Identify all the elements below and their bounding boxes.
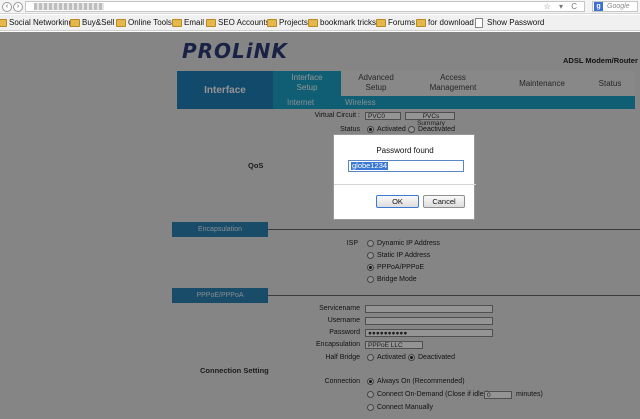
dialog-title: Password found xyxy=(376,146,434,155)
folder-icon xyxy=(206,19,216,27)
password-found-dialog: Password found globe1234 OK Cancel xyxy=(333,134,476,220)
router-page: PROLiNK ADSL Modem/Router Interface Inte… xyxy=(0,32,640,419)
search-placeholder: Google xyxy=(607,3,630,10)
bookmark-buy-sell[interactable]: Buy&Sell xyxy=(70,17,114,29)
bookmark-online-tools[interactable]: Online Tools xyxy=(116,17,172,29)
folder-icon xyxy=(416,19,426,27)
password-result-text: globe1234 xyxy=(351,161,389,170)
bookmarks-bar: Social Networking Buy&Sell Online Tools … xyxy=(0,15,640,31)
bookmark-social-networking[interactable]: Social Networking xyxy=(0,17,73,29)
bookmark-forums[interactable]: Forums xyxy=(376,17,415,29)
bookmark-seo-accounts[interactable]: SEO Accounts xyxy=(206,17,270,29)
bookmark-for-download[interactable]: for download xyxy=(416,17,474,29)
dialog-divider xyxy=(334,184,476,185)
url-input[interactable]: ☆ ▾ C xyxy=(25,1,585,12)
modal-overlay xyxy=(0,32,640,419)
password-result-input[interactable]: globe1234 xyxy=(348,160,464,172)
url-text-obscured xyxy=(34,3,104,10)
folder-icon xyxy=(172,19,182,27)
back-arrow-icon[interactable]: ‹ xyxy=(2,2,12,12)
folder-icon xyxy=(376,19,386,27)
folder-icon xyxy=(70,19,80,27)
folder-icon xyxy=(308,19,318,27)
bookmark-email[interactable]: Email xyxy=(172,17,204,29)
url-action-icons[interactable]: ☆ ▾ C xyxy=(544,2,580,12)
cancel-button[interactable]: Cancel xyxy=(423,195,465,208)
folder-icon xyxy=(267,19,277,27)
bookmark-projects[interactable]: Projects xyxy=(267,17,308,29)
address-bar: ‹ › ☆ ▾ C g Google xyxy=(0,0,640,14)
page-icon xyxy=(475,18,483,28)
bookmark-show-password[interactable]: Show Password xyxy=(475,17,544,29)
google-icon: g xyxy=(594,2,603,11)
search-input[interactable]: g Google xyxy=(592,1,638,12)
forward-arrow-icon[interactable]: › xyxy=(13,2,23,12)
folder-icon xyxy=(0,19,7,27)
ok-button[interactable]: OK xyxy=(376,195,419,208)
bookmark-bookmark-tricks[interactable]: bookmark tricks xyxy=(308,17,376,29)
folder-icon xyxy=(116,19,126,27)
